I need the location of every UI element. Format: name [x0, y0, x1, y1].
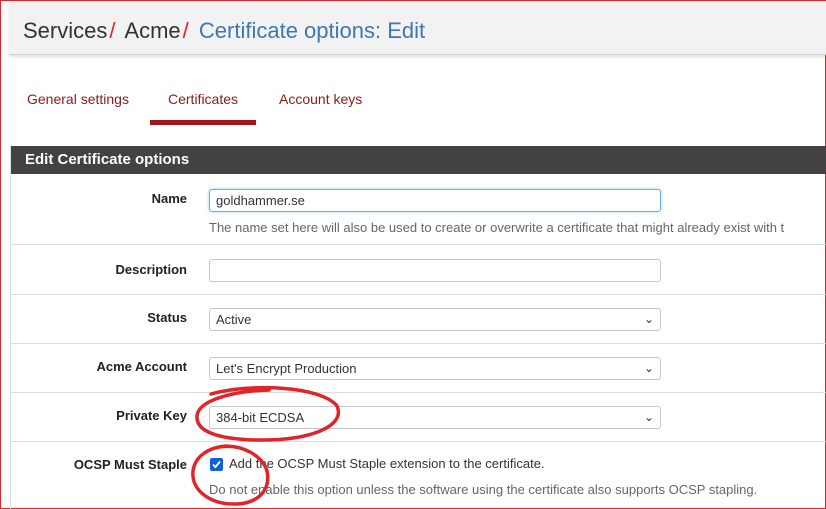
description-label: Description	[115, 262, 187, 277]
private-key-label: Private Key	[116, 408, 187, 423]
edit-certificate-panel: Edit Certificate options Name goldhammer…	[10, 146, 826, 509]
private-key-value: 384-bit ECDSA	[216, 410, 305, 425]
chevron-down-icon: ⌄	[643, 361, 654, 375]
chevron-down-icon: ⌄	[643, 410, 654, 424]
page-header: Services/ Acme/ Certificate options: Edi…	[9, 1, 826, 55]
private-key-row: Private Key 384-bit ECDSA ⌄	[11, 392, 826, 441]
tab-general-settings[interactable]: General settings	[27, 79, 129, 125]
panel-title: Edit Certificate options	[11, 146, 826, 174]
page-title: Certificate options: Edit	[198, 18, 426, 43]
description-input[interactable]	[209, 259, 661, 282]
chevron-down-icon: ⌄	[643, 312, 654, 326]
private-key-select[interactable]: 384-bit ECDSA ⌄	[209, 406, 661, 429]
description-row: Description	[11, 244, 826, 294]
check-icon	[212, 460, 221, 469]
tab-bar: General settings Certificates Account ke…	[9, 79, 826, 125]
breadcrumb: Services/ Acme/ Certificate options: Edi…	[23, 18, 425, 44]
ocsp-label: OCSP Must Staple	[73, 457, 187, 472]
ocsp-help-text: Do not enable this option unless the sof…	[209, 482, 758, 497]
ocsp-row: OCSP Must Staple Add the OCSP Must Stapl…	[11, 441, 826, 509]
name-label: Name	[151, 191, 187, 206]
acme-account-value: Let's Encrypt Production	[216, 361, 357, 376]
acme-account-row: Acme Account Let's Encrypt Production ⌄	[11, 343, 826, 392]
acme-account-label: Acme Account	[96, 359, 187, 374]
tab-account-keys[interactable]: Account keys	[279, 79, 362, 125]
name-row: Name goldhammer.se The name set here wil…	[11, 174, 826, 244]
acme-account-select[interactable]: Let's Encrypt Production ⌄	[209, 357, 661, 380]
status-label: Status	[147, 310, 187, 325]
ocsp-checkbox[interactable]	[210, 458, 223, 471]
status-row: Status Active ⌄	[11, 294, 826, 343]
name-help-text: The name set here will also be used to c…	[209, 220, 785, 235]
status-value: Active	[216, 312, 252, 327]
status-select[interactable]: Active ⌄	[209, 308, 661, 331]
ocsp-checkbox-label[interactable]: Add the OCSP Must Staple extension to th…	[229, 456, 545, 471]
breadcrumb-separator: /	[182, 18, 189, 43]
tab-certificates[interactable]: Certificates	[150, 79, 257, 125]
breadcrumb-acme[interactable]: Acme	[124, 18, 180, 43]
breadcrumb-services[interactable]: Services	[23, 18, 107, 43]
name-input[interactable]: goldhammer.se	[209, 189, 661, 212]
breadcrumb-separator: /	[109, 18, 116, 43]
